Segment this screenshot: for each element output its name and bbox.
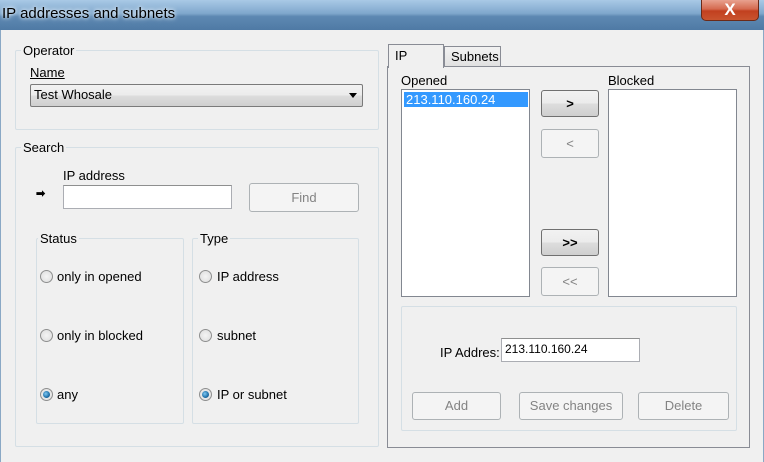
radio-type-subnet-label: subnet [217,328,257,343]
type-group: Type IP address subnet IP or subnet [192,231,359,424]
blocked-label: Blocked [608,73,655,88]
radio-any-label: any [57,387,78,402]
radio-type-subnet[interactable] [199,329,212,342]
chevron-down-icon [349,93,357,98]
ip-entry-icon: ➡ [36,188,46,200]
blocked-list[interactable] [608,89,737,297]
operator-name-select[interactable]: Test Whosale [30,84,363,107]
radio-only-in-opened[interactable] [40,270,53,283]
list-item[interactable]: 213.110.160.24 [404,92,528,107]
ip-tab-panel: Opened 213.110.160.24 Blocked > < >> << … [387,66,750,448]
move-all-to-blocked-button[interactable]: >> [541,229,599,256]
opened-list[interactable]: 213.110.160.24 [401,89,530,297]
search-legend: Search [21,140,67,155]
name-label: Name [30,65,65,80]
status-group: Status only in opened only in blocked an… [36,231,184,424]
operator-name-value: Test Whosale [34,87,113,102]
radio-type-ip-address[interactable] [199,270,212,283]
radio-type-ip-address-label: IP address [217,269,279,284]
add-button[interactable]: Add [412,392,501,420]
ip-address-label: IP address [63,168,125,183]
search-group: Search ➡ IP address Find Status only in … [15,140,379,447]
status-legend: Status [38,231,79,246]
radio-only-in-blocked[interactable] [40,329,53,342]
radio-type-ip-or-subnet[interactable] [199,388,212,401]
close-button[interactable]: X [701,0,759,21]
delete-button[interactable]: Delete [638,392,729,420]
ip-address-edit-input[interactable]: 213.110.160.24 [501,338,640,362]
title-bar[interactable]: IP addresses and subnets X [0,0,764,30]
radio-type-ip-or-subnet-label: IP or subnet [217,387,287,402]
move-to-opened-button[interactable]: < [541,129,599,158]
radio-any[interactable] [40,388,53,401]
opened-label: Opened [401,73,448,88]
tab-subnets[interactable]: Subnets [444,46,501,66]
ip-edit-group: IP Addres: 213.110.160.24 Add Save chang… [401,306,737,431]
save-changes-button[interactable]: Save changes [519,392,623,420]
radio-only-in-blocked-label: only in blocked [57,328,143,343]
radio-only-in-opened-label: only in opened [57,269,142,284]
dialog-body: Operator Name Test Whosale Search ➡ IP a… [0,30,764,462]
ip-address-edit-label: IP Addres: [440,345,500,360]
find-button[interactable]: Find [249,183,359,212]
operator-legend: Operator [21,43,77,58]
window-title: IP addresses and subnets [2,5,176,22]
operator-group: Operator Name Test Whosale [15,43,379,130]
ip-address-input[interactable] [63,185,232,209]
move-to-blocked-button[interactable]: > [541,90,599,117]
move-all-to-opened-button[interactable]: << [541,267,599,296]
close-icon: X [724,0,736,19]
tab-ip[interactable]: IP [388,44,444,68]
type-legend: Type [198,231,231,246]
